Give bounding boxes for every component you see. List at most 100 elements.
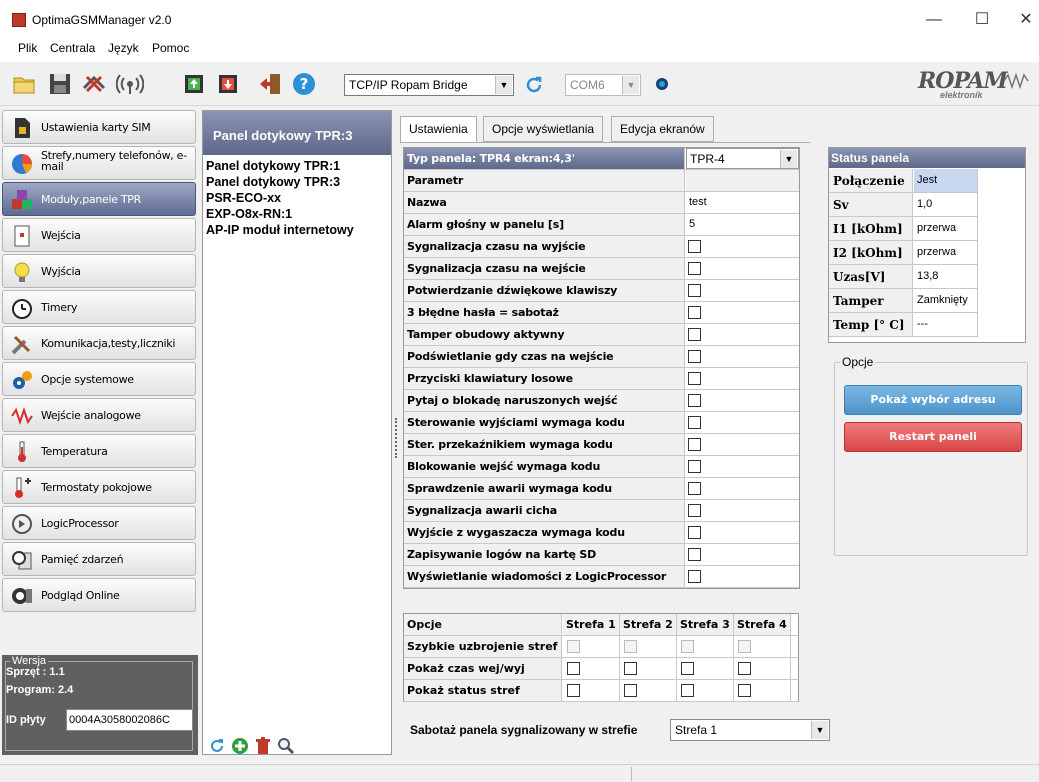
sidebar-item-gears[interactable]: Opcje systemowe <box>2 362 196 396</box>
param-value-cell[interactable] <box>686 500 799 521</box>
zone-checkbox[interactable] <box>738 640 751 653</box>
tab-edycja-ekranow[interactable]: Edycja ekranów <box>611 116 714 142</box>
open-folder-icon[interactable] <box>12 72 36 96</box>
delete-icon[interactable] <box>255 737 271 755</box>
restart-panels-button[interactable]: Restart paneli <box>844 422 1022 452</box>
param-checkbox[interactable] <box>688 460 701 473</box>
param-value-cell[interactable] <box>686 324 799 345</box>
list-item[interactable]: PSR-ECO-xx <box>206 191 281 205</box>
close-button[interactable]: ✕ <box>1012 8 1039 32</box>
param-checkbox[interactable] <box>688 416 701 429</box>
status-row: Tamper Zamknięty <box>829 289 978 313</box>
sidebar-item-online-preview[interactable]: Podgląd Online <box>2 578 196 612</box>
param-value-cell[interactable] <box>686 258 799 279</box>
param-checkbox[interactable] <box>688 240 701 253</box>
param-checkbox[interactable] <box>688 284 701 297</box>
sidebar-item-wave[interactable]: Wejście analogowe <box>2 398 196 432</box>
chip-upload-icon[interactable] <box>182 72 206 96</box>
param-value-cell[interactable] <box>686 478 799 499</box>
param-value-cell[interactable] <box>686 522 799 543</box>
wireless-icon[interactable] <box>116 72 144 96</box>
sidebar-item-logic[interactable]: LogicProcessor <box>2 506 196 540</box>
param-checkbox[interactable] <box>688 570 701 583</box>
connection-select[interactable]: TCP/IP Ropam Bridge ▼ <box>344 74 514 96</box>
param-checkbox[interactable] <box>688 548 701 561</box>
menu-centrala[interactable]: Centrala <box>50 41 95 55</box>
sidebar-item-pie-chart[interactable]: Strefy,numery telefonów, e-mail <box>2 146 196 180</box>
param-checkbox[interactable] <box>688 504 701 517</box>
sidebar-item-event-memory[interactable]: Pamięć zdarzeń <box>2 542 196 576</box>
param-value-cell[interactable] <box>686 236 799 257</box>
param-value-field[interactable]: test <box>686 192 799 213</box>
param-value-cell[interactable] <box>686 456 799 477</box>
param-value-cell[interactable] <box>686 544 799 565</box>
zone-checkbox[interactable] <box>681 662 694 675</box>
param-checkbox[interactable] <box>688 328 701 341</box>
param-value-cell[interactable] <box>686 434 799 455</box>
param-checkbox[interactable] <box>688 438 701 451</box>
disconnect-icon[interactable] <box>82 72 106 96</box>
help-icon[interactable]: ? <box>292 72 316 96</box>
sidebar-item-thermometer[interactable]: Temperatura <box>2 434 196 468</box>
maximize-button[interactable]: ☐ <box>968 8 996 32</box>
param-checkbox[interactable] <box>688 482 701 495</box>
sidebar-item-label: Pamięć zdarzeń <box>41 553 124 566</box>
sidebar-item-bulb[interactable]: Wyjścia <box>2 254 196 288</box>
zone-checkbox[interactable] <box>738 662 751 675</box>
exit-icon[interactable] <box>258 72 282 96</box>
param-checkbox[interactable] <box>688 350 701 363</box>
search-icon[interactable] <box>277 737 295 755</box>
list-item[interactable]: EXP-O8x-RN:1 <box>206 207 292 221</box>
param-value-cell[interactable] <box>686 302 799 323</box>
board-id-field[interactable]: 0004A3058002086C <box>66 709 193 731</box>
param-checkbox[interactable] <box>688 306 701 319</box>
menu-pomoc[interactable]: Pomoc <box>152 41 189 55</box>
splitter[interactable] <box>393 110 399 760</box>
zone-checkbox[interactable] <box>738 684 751 697</box>
sidebar-item-modules[interactable]: Moduły,panele TPR <box>2 182 196 216</box>
refresh-icon[interactable] <box>209 738 225 754</box>
sabotage-zone-select[interactable]: Strefa 1 ▼ <box>670 719 830 741</box>
tab-opcje-wyswietlania[interactable]: Opcje wyświetlania <box>483 116 604 142</box>
refresh-icon[interactable] <box>524 75 544 95</box>
com-port-value: COM6 <box>570 78 605 92</box>
sidebar-item-inputs[interactable]: Wejścia <box>2 218 196 252</box>
param-checkbox[interactable] <box>688 526 701 539</box>
sidebar-item-tools[interactable]: Komunikacja,testy,liczniki <box>2 326 196 360</box>
tab-ustawienia[interactable]: Ustawienia <box>400 116 477 143</box>
sidebar-item-clock[interactable]: Timery <box>2 290 196 324</box>
sidebar-item-thermostat[interactable]: Termostaty pokojowe <box>2 470 196 504</box>
save-icon[interactable] <box>48 72 72 96</box>
param-value-cell[interactable] <box>686 280 799 301</box>
zone-checkbox[interactable] <box>681 684 694 697</box>
zone-checkbox[interactable] <box>624 640 637 653</box>
add-icon[interactable] <box>231 737 249 755</box>
zone-checkbox[interactable] <box>567 662 580 675</box>
chip-download-icon[interactable] <box>216 72 240 96</box>
zone-checkbox[interactable] <box>624 662 637 675</box>
minimize-button[interactable]: — <box>920 8 948 32</box>
list-item[interactable]: Panel dotykowy TPR:3 <box>206 175 340 189</box>
param-value-cell[interactable] <box>686 368 799 389</box>
param-checkbox[interactable] <box>688 372 701 385</box>
zone-checkbox[interactable] <box>624 684 637 697</box>
menu-plik[interactable]: Plik <box>18 41 37 55</box>
param-value-cell[interactable] <box>686 412 799 433</box>
com-port-select[interactable]: COM6 ▼ <box>565 74 641 96</box>
param-checkbox[interactable] <box>688 394 701 407</box>
zone-checkbox[interactable] <box>567 684 580 697</box>
param-checkbox[interactable] <box>688 262 701 275</box>
panel-type-select[interactable]: TPR-4 ▼ <box>686 148 799 169</box>
show-address-button[interactable]: Pokaż wybór adresu <box>844 385 1022 415</box>
status-bar <box>0 764 1039 782</box>
zone-checkbox[interactable] <box>681 640 694 653</box>
list-item[interactable]: AP-IP moduł internetowy <box>206 223 354 237</box>
param-value-cell[interactable] <box>686 566 799 587</box>
param-value-field[interactable]: 5 <box>686 214 799 235</box>
zone-checkbox[interactable] <box>567 640 580 653</box>
sidebar-item-sim-card[interactable]: Ustawienia karty SIM <box>2 110 196 144</box>
menu-jezyk[interactable]: Język <box>108 41 139 55</box>
param-value-cell[interactable] <box>686 346 799 367</box>
list-item[interactable]: Panel dotykowy TPR:1 <box>206 159 340 173</box>
param-value-cell[interactable] <box>686 390 799 411</box>
